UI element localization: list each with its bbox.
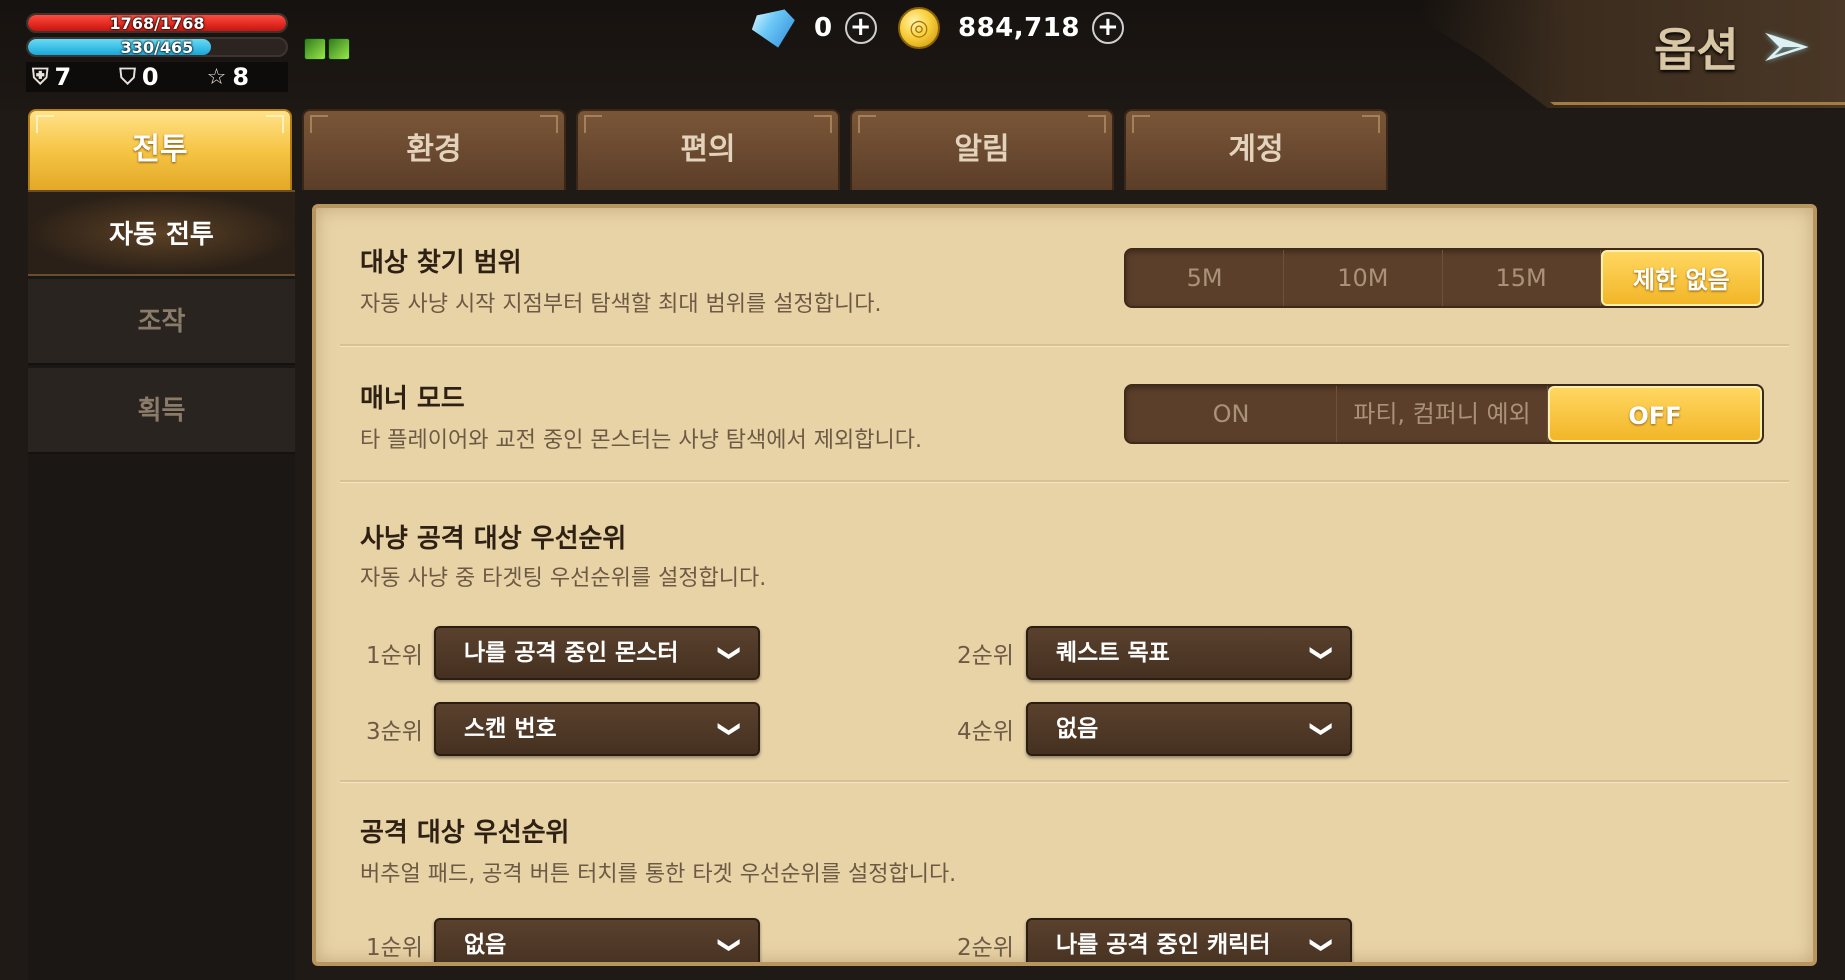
sidebar-item-acquire[interactable]: 획득	[28, 368, 295, 454]
add-gold-button[interactable]: +	[1091, 12, 1124, 44]
diamond-icon	[748, 4, 799, 52]
range-option-unlimited[interactable]: 제한 없음	[1600, 250, 1762, 306]
stat-shield: ⛉ 0	[119, 63, 200, 91]
chevron-down-icon: ❯	[716, 643, 742, 663]
settings-panel: 대상 찾기 범위 자동 사냥 시작 지점부터 탐색할 최대 범위를 설정합니다.…	[312, 204, 1817, 966]
stat-star: ☆ 8	[207, 63, 288, 91]
search-range-desc: 자동 사냥 시작 지점부터 탐색할 최대 범위를 설정합니다.	[360, 292, 882, 317]
hunt-rank-1-value: 나를 공격 중인 몬스터	[464, 640, 679, 666]
page-title: 옵션	[1654, 23, 1739, 77]
buff-icon[interactable]	[304, 38, 326, 60]
mp-text: 330/465	[120, 38, 194, 57]
tab-account[interactable]: 계정	[1124, 109, 1388, 190]
star-icon: ☆	[206, 64, 227, 90]
search-range-title: 대상 찾기 범위	[360, 248, 522, 278]
hunt-rank-3-label: 3순위	[366, 719, 423, 745]
hunt-rank-2-dropdown[interactable]: 퀘스트 목표 ❯	[1026, 626, 1352, 680]
manner-option-on[interactable]: ON	[1126, 386, 1337, 442]
attack-rank-1-value: 없음	[464, 932, 507, 958]
attack-rank-2-label: 2순위	[957, 935, 1014, 961]
chevron-down-icon: ❯	[1308, 643, 1334, 663]
range-option-5m[interactable]: 5M	[1126, 250, 1285, 306]
stat-shield-value: 0	[141, 63, 159, 91]
sidebar: 자동 전투 조작 획득	[28, 190, 295, 980]
hp-bar: 1768/1768	[26, 13, 288, 33]
chevron-down-icon: ❯	[1308, 719, 1334, 739]
manner-mode-selector: ON 파티, 컴퍼니 예외 OFF	[1124, 384, 1764, 444]
sidebar-item-controls[interactable]: 조작	[28, 279, 295, 365]
hunt-rank-2-label: 2순위	[957, 643, 1014, 669]
manner-mode-desc: 타 플레이어와 교전 중인 몬스터는 사냥 탐색에서 제외합니다.	[360, 428, 922, 453]
stat-star-value: 8	[232, 63, 250, 91]
option-tabs: 전투 환경 편의 알림 계정	[28, 109, 1388, 190]
hunt-rank-1-dropdown[interactable]: 나를 공격 중인 몬스터 ❯	[434, 626, 760, 680]
chevron-down-icon: ❯	[716, 935, 742, 955]
hunt-rank-1-label: 1순위	[366, 643, 423, 669]
diamond-currency: 0 +	[752, 6, 877, 50]
range-option-15m[interactable]: 15M	[1443, 250, 1601, 306]
tab-combat[interactable]: 전투	[28, 109, 292, 190]
hp-text: 1768/1768	[109, 14, 205, 33]
attack-rank-1-label: 1순위	[366, 935, 423, 961]
tab-convenience[interactable]: 편의	[576, 109, 840, 190]
gold-coin-icon: ◎	[898, 7, 940, 49]
stat-defense: ⛨ 7	[32, 63, 113, 91]
mp-bar: 330/465	[26, 37, 288, 57]
sidebar-item-auto-combat[interactable]: 자동 전투	[28, 190, 295, 276]
tab-notification[interactable]: 알림	[850, 109, 1114, 190]
gold-amount: 884,718	[958, 13, 1080, 43]
shield-icon: ⛉	[119, 64, 136, 90]
diamond-amount: 0	[814, 13, 833, 43]
section-divider	[340, 344, 1789, 347]
hunt-rank-4-label: 4순위	[957, 719, 1014, 745]
section-divider	[340, 780, 1789, 783]
attack-rank-2-value: 나를 공격 중인 캐릭터	[1056, 932, 1271, 958]
buff-icon[interactable]	[328, 38, 350, 60]
defense-icon: ⛨	[32, 64, 49, 90]
back-arrow-icon[interactable]: ➣	[1758, 14, 1830, 84]
add-diamond-button[interactable]: +	[844, 12, 877, 44]
buff-list	[304, 38, 350, 60]
hunt-rank-3-value: 스캔 번호	[464, 716, 557, 742]
range-option-10m[interactable]: 10M	[1284, 250, 1443, 306]
hunt-rank-2-value: 퀘스트 목표	[1056, 640, 1170, 666]
gold-currency: ◎ 884,718 +	[898, 6, 1124, 50]
player-stats: ⛨ 7 ⛉ 0 ☆ 8	[26, 62, 288, 92]
hunt-priority-desc: 자동 사냥 중 타겟팅 우선순위를 설정합니다.	[360, 566, 767, 591]
manner-option-party-except[interactable]: 파티, 컴퍼니 예외	[1337, 386, 1548, 442]
stat-defense-value: 7	[54, 63, 72, 91]
manner-mode-title: 매너 모드	[360, 384, 465, 414]
attack-priority-desc: 버추얼 패드, 공격 버튼 터치를 통한 타겟 우선순위를 설정합니다.	[360, 862, 957, 887]
attack-priority-title: 공격 대상 우선순위	[360, 818, 570, 848]
search-range-selector: 5M 10M 15M 제한 없음	[1124, 248, 1764, 308]
hunt-rank-4-dropdown[interactable]: 없음 ❯	[1026, 702, 1352, 756]
attack-rank-1-dropdown[interactable]: 없음 ❯	[434, 918, 760, 962]
hunt-priority-title: 사냥 공격 대상 우선순위	[360, 524, 627, 554]
manner-option-off[interactable]: OFF	[1548, 386, 1762, 442]
chevron-down-icon: ❯	[716, 719, 742, 739]
hunt-rank-4-value: 없음	[1056, 716, 1099, 742]
chevron-down-icon: ❯	[1308, 935, 1334, 955]
attack-rank-2-dropdown[interactable]: 나를 공격 중인 캐릭터 ❯	[1026, 918, 1352, 962]
tab-environment[interactable]: 환경	[302, 109, 566, 190]
section-divider	[340, 480, 1789, 483]
hunt-rank-3-dropdown[interactable]: 스캔 번호 ❯	[434, 702, 760, 756]
